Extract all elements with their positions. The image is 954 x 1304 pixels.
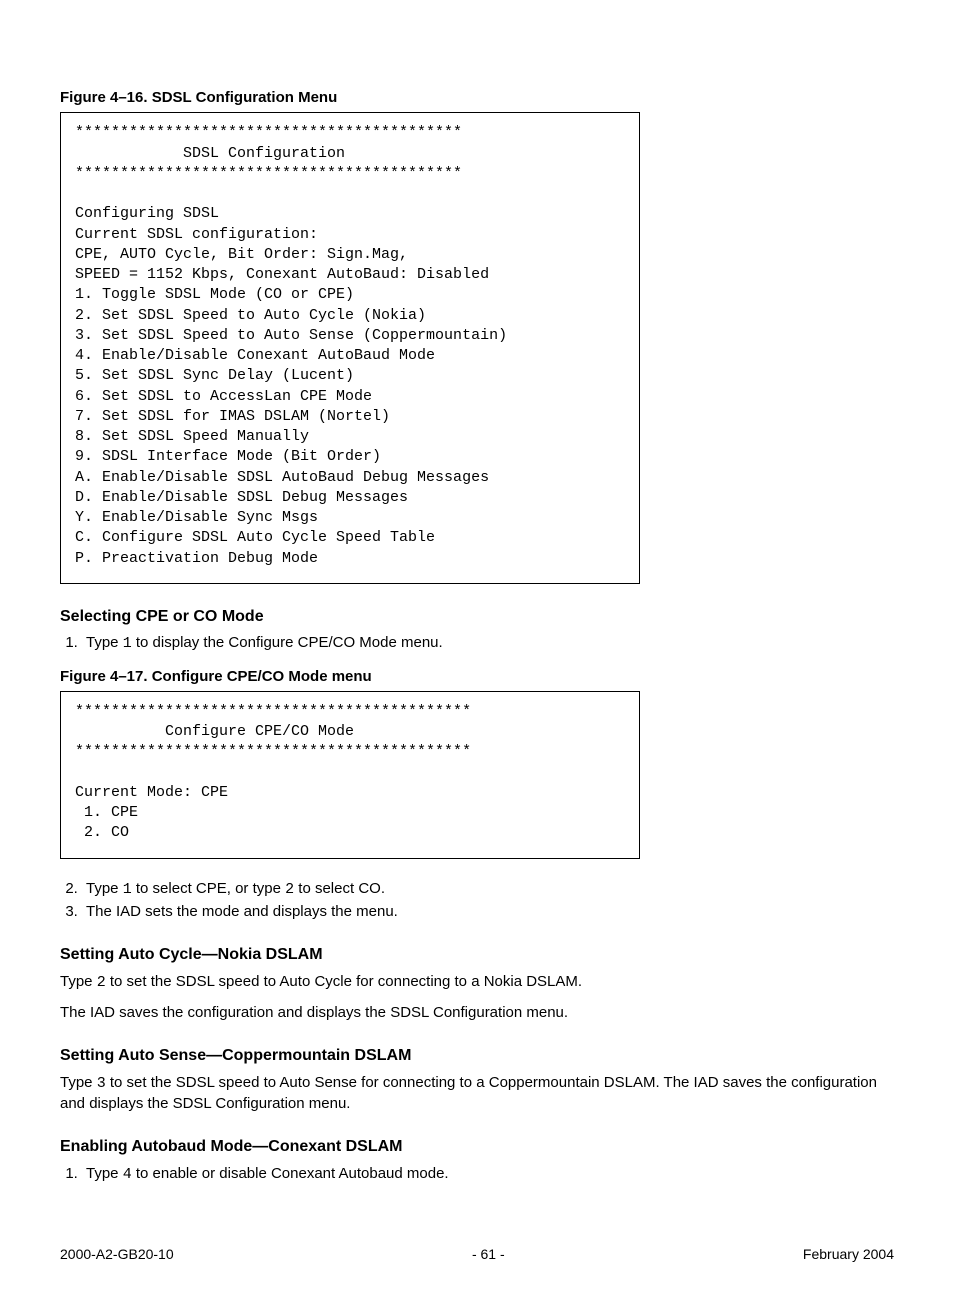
paragraph-iad-saves: The IAD saves the configuration and disp… xyxy=(60,1003,894,1023)
text: to set the SDSL speed to Auto Sense for … xyxy=(60,1074,877,1112)
code-1: 1 xyxy=(123,635,132,652)
terminal-sdsl-config: ****************************************… xyxy=(60,112,640,584)
text: Type xyxy=(86,880,123,897)
text: Type xyxy=(86,634,123,651)
page-footer: 2000-A2-GB20-10 - 61 - February 2004 xyxy=(60,1245,894,1264)
figure-caption-4-17: Figure 4–17. Configure CPE/CO Mode menu xyxy=(60,667,894,687)
code-3: 3 xyxy=(97,1075,106,1092)
heading-auto-sense-coppermountain: Setting Auto Sense—Coppermountain DSLAM xyxy=(60,1045,894,1067)
paragraph-auto-cycle: Type 2 to set the SDSL speed to Auto Cyc… xyxy=(60,972,894,993)
text: to select CPE, or type xyxy=(132,880,285,897)
step-3-iad-sets-mode: The IAD sets the mode and displays the m… xyxy=(82,902,894,922)
code-2: 2 xyxy=(97,974,106,991)
step-1-autobaud: Type 4 to enable or disable Conexant Aut… xyxy=(82,1164,894,1185)
text: to enable or disable Conexant Autobaud m… xyxy=(132,1165,449,1182)
code-4: 4 xyxy=(123,1166,132,1183)
footer-date: February 2004 xyxy=(803,1245,894,1264)
text: to display the Configure CPE/CO Mode men… xyxy=(132,634,443,651)
text: Type xyxy=(60,973,97,990)
terminal-cpe-co-mode: ****************************************… xyxy=(60,691,640,859)
step-1-select-cpe-co: Type 1 to display the Configure CPE/CO M… xyxy=(82,633,894,654)
footer-doc-id: 2000-A2-GB20-10 xyxy=(60,1245,174,1264)
heading-selecting-cpe-co: Selecting CPE or CO Mode xyxy=(60,606,894,628)
text: Type xyxy=(60,1074,97,1091)
text: to select CO. xyxy=(294,880,385,897)
figure-caption-4-16: Figure 4–16. SDSL Configuration Menu xyxy=(60,88,894,108)
paragraph-auto-sense: Type 3 to set the SDSL speed to Auto Sen… xyxy=(60,1073,894,1115)
code-1: 1 xyxy=(123,881,132,898)
text: Type xyxy=(86,1165,123,1182)
step-2-type-select: Type 1 to select CPE, or type 2 to selec… xyxy=(82,879,894,900)
code-2: 2 xyxy=(285,881,294,898)
text: to set the SDSL speed to Auto Cycle for … xyxy=(106,973,582,990)
heading-auto-cycle-nokia: Setting Auto Cycle—Nokia DSLAM xyxy=(60,944,894,966)
footer-page-number: - 61 - xyxy=(472,1245,505,1264)
heading-autobaud-conexant: Enabling Autobaud Mode—Conexant DSLAM xyxy=(60,1136,894,1158)
